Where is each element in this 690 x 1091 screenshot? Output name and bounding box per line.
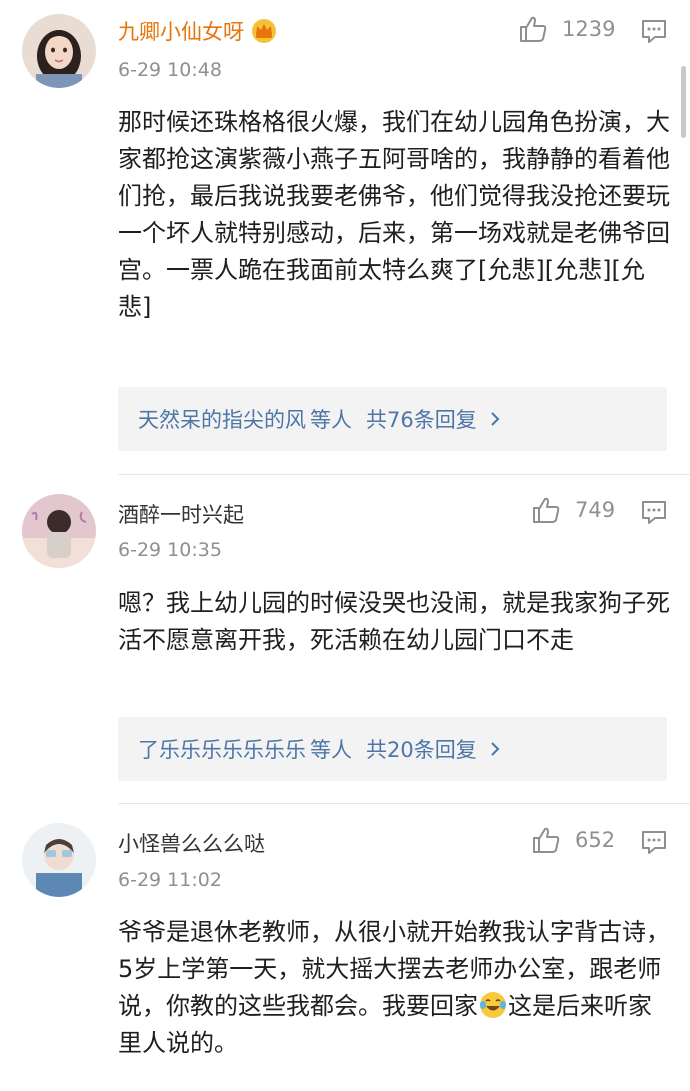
thumb-up-icon bbox=[533, 827, 560, 853]
comment-item: 小怪兽么么么哒 6-29 11:02 652 爷爷是退休老教师，从很小就开始教我… bbox=[0, 0, 690, 1091]
comment-text: 爷爷是退休老教师，从很小就开始教我认字背古诗，5岁上学第一天，就大摇大摆去老师办… bbox=[118, 914, 670, 1062]
laughing-tears-emoji bbox=[480, 992, 506, 1018]
comment-icon[interactable] bbox=[640, 828, 668, 856]
comment-time: 6-29 11:02 bbox=[118, 869, 222, 891]
like-button[interactable]: 652 bbox=[531, 825, 615, 855]
like-count: 652 bbox=[575, 828, 616, 852]
username[interactable]: 小怪兽么么么哒 bbox=[118, 830, 265, 858]
avatar[interactable] bbox=[22, 823, 96, 897]
